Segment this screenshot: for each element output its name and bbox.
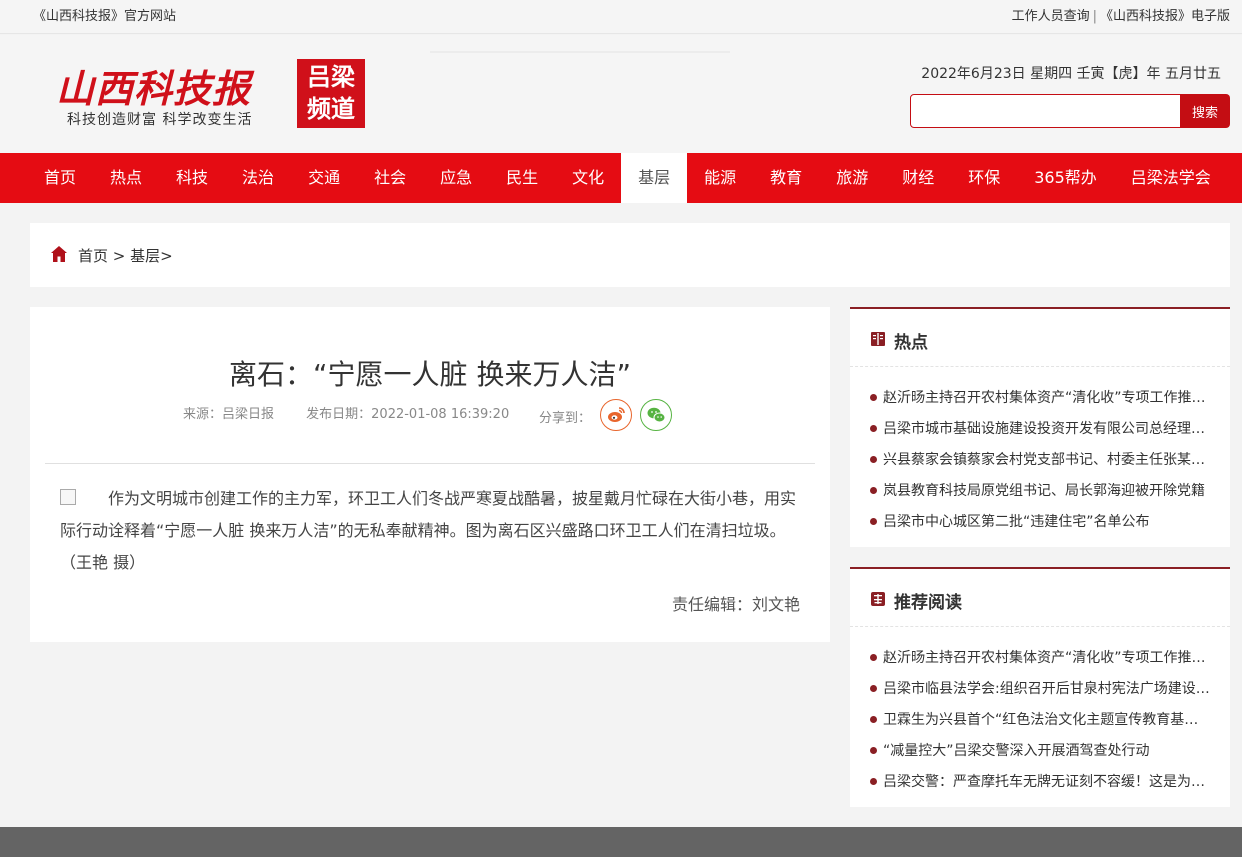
hot-panel-header: 热点 bbox=[850, 309, 1230, 367]
bullet-icon bbox=[870, 684, 877, 692]
nav-item[interactable]: 财经 bbox=[885, 153, 951, 203]
staff-query-link[interactable]: 工作人员查询 bbox=[1012, 9, 1090, 24]
breadcrumb: 首页 > 基层> bbox=[30, 223, 1230, 287]
nav-item[interactable]: 应急 bbox=[423, 153, 489, 203]
hot-list-item[interactable]: 吕梁市中心城区第二批“违建住宅”名单公布 bbox=[870, 507, 1210, 538]
nav-list: 首页 热点 科技 法治 交通 社会 应急 民生 文化 基层 能源 教育 旅游 财经 环保 365帮办 吕梁法学会 bbox=[0, 153, 1242, 203]
article-editor: 责任编辑：刘文艳 bbox=[671, 595, 800, 614]
bullet-icon bbox=[870, 777, 877, 785]
current-date: 2022年6月23日 星期四 壬寅【虎】年 五月廿五 bbox=[921, 66, 1221, 82]
main-nav: 首页 热点 科技 法治 交通 社会 应急 民生 文化 基层 能源 教育 旅游 财经 环保 365帮办 吕梁法学会 bbox=[0, 153, 1242, 203]
top-links: 工作人员查询 | 《山西科技报》电子版 bbox=[1012, 5, 1230, 24]
hot-list-item[interactable]: 岚县教育科技局原党组书记、局长郭海迎被开除党籍 bbox=[870, 476, 1210, 507]
nav-item[interactable]: 旅游 bbox=[819, 153, 885, 203]
recommend-list-item[interactable]: 吕梁交警：严查摩托车无牌无证刻不容缓！这是为了您的安全 bbox=[870, 767, 1210, 798]
article-date: 发布日期：2022-01-08 16:39:20 bbox=[306, 407, 510, 422]
list-item-link[interactable]: 吕梁市城市基础设施建设投资开发有限公司总经理被查 bbox=[883, 421, 1210, 437]
list-item-link[interactable]: “减量控大”吕梁交警深入开展酒驾查处行动 bbox=[883, 743, 1150, 759]
bullet-icon bbox=[870, 393, 877, 401]
weibo-icon bbox=[608, 407, 625, 422]
bullet-icon bbox=[870, 653, 877, 661]
recommend-panel-header: 推荐阅读 bbox=[850, 569, 1230, 627]
article-body: 作为文明城市创建工作的主力军，环卫工人们冬战严寒夏战酷暑，披星戴月忙碌在大街小巷… bbox=[60, 489, 797, 572]
recommend-list-item[interactable]: 卫霖生为兴县首个“红色法治文化主题宣传教育基地”揭牌 bbox=[870, 705, 1210, 736]
header-decoration bbox=[430, 51, 730, 53]
recommend-list-item[interactable]: “减量控大”吕梁交警深入开展酒驾查处行动 bbox=[870, 736, 1210, 767]
nav-item[interactable]: 教育 bbox=[753, 153, 819, 203]
site-label: 《山西科技报》官方网站 bbox=[33, 9, 177, 24]
search-box: 搜索 bbox=[910, 94, 1230, 128]
bullet-icon bbox=[870, 517, 877, 525]
breadcrumb-current-link[interactable]: 基层> bbox=[130, 247, 173, 265]
top-bar: 《山西科技报》官方网站 工作人员查询 | 《山西科技报》电子版 bbox=[0, 0, 1242, 34]
article-meta: 来源：吕梁日报 发布日期：2022-01-08 16:39:20 bbox=[183, 403, 509, 422]
list-item-link[interactable]: 卫霖生为兴县首个“红色法治文化主题宣传教育基地”揭牌 bbox=[883, 712, 1210, 728]
nav-item[interactable]: 交通 bbox=[291, 153, 357, 203]
list-item-link[interactable]: 吕梁交警：严查摩托车无牌无证刻不容缓！这是为了您的安全 bbox=[883, 774, 1210, 790]
nav-item[interactable]: 热点 bbox=[93, 153, 159, 203]
list-item-link[interactable]: 吕梁市临县法学会:组织召开后甘泉村宪法广场建设会议 bbox=[883, 681, 1210, 697]
hot-panel: 热点 赵沂旸主持召开农村集体资产“清化收”专项工作推进会 吕梁市城市基础设施建设投… bbox=[850, 307, 1230, 547]
nav-item[interactable]: 吕梁法学会 bbox=[1114, 153, 1228, 203]
epaper-link[interactable]: 《山西科技报》电子版 bbox=[1100, 9, 1230, 24]
article-source: 来源：吕梁日报 bbox=[183, 407, 275, 422]
list-item-link[interactable]: 兴县蔡家会镇蔡家会村党支部书记、村委主任张某被查 bbox=[883, 452, 1210, 468]
recommend-panel-title: 推荐阅读 bbox=[894, 593, 962, 613]
hot-list-item[interactable]: 赵沂旸主持召开农村集体资产“清化收”专项工作推进会 bbox=[870, 383, 1210, 414]
breadcrumb-text: 首页 > 基层> bbox=[78, 245, 173, 266]
share-weibo-button[interactable] bbox=[600, 399, 632, 431]
hot-list-item[interactable]: 吕梁市城市基础设施建设投资开发有限公司总经理被查 bbox=[870, 414, 1210, 445]
bullet-icon bbox=[870, 424, 877, 432]
hot-panel-title: 热点 bbox=[894, 333, 928, 353]
logo-name: 山西科技报 bbox=[56, 66, 252, 111]
list-item-link[interactable]: 赵沂旸主持召开农村集体资产“清化收”专项工作推进会 bbox=[883, 650, 1210, 666]
recommend-list: 赵沂旸主持召开农村集体资产“清化收”专项工作推进会 吕梁市临县法学会:组织召开后甘… bbox=[850, 627, 1230, 798]
channel-badge: 吕梁 频道 bbox=[297, 59, 365, 128]
search-button[interactable]: 搜索 bbox=[1180, 94, 1230, 128]
nav-item[interactable]: 民生 bbox=[489, 153, 555, 203]
bullet-icon bbox=[870, 715, 877, 723]
search-input[interactable] bbox=[910, 94, 1181, 128]
book-icon bbox=[871, 332, 885, 346]
nav-item[interactable]: 法治 bbox=[225, 153, 291, 203]
top-separator: | bbox=[1092, 9, 1097, 24]
bullet-icon bbox=[870, 455, 877, 463]
home-icon bbox=[51, 246, 67, 262]
recommend-icon bbox=[871, 592, 885, 606]
bullet-icon bbox=[870, 746, 877, 754]
site-logo[interactable]: 山西科技报 科技创造财富 科学改变生活 吕梁 频道 bbox=[56, 58, 368, 130]
wechat-icon bbox=[647, 407, 666, 423]
nav-item[interactable]: 首页 bbox=[27, 153, 93, 203]
article-title: 离石：“宁愿一人脏 换来万人洁” bbox=[229, 358, 631, 391]
nav-item[interactable]: 科技 bbox=[159, 153, 225, 203]
share-wechat-button[interactable] bbox=[640, 399, 672, 431]
badge-line-1: 吕梁 bbox=[307, 63, 355, 91]
list-item-link[interactable]: 吕梁市中心城区第二批“违建住宅”名单公布 bbox=[883, 514, 1150, 530]
nav-item[interactable]: 365帮办 bbox=[1017, 153, 1114, 203]
nav-item[interactable]: 文化 bbox=[555, 153, 621, 203]
breadcrumb-separator: > bbox=[108, 247, 131, 265]
nav-item[interactable]: 环保 bbox=[951, 153, 1017, 203]
hot-list: 赵沂旸主持召开农村集体资产“清化收”专项工作推进会 吕梁市城市基础设施建设投资开发… bbox=[850, 367, 1230, 538]
nav-item[interactable]: 基层 bbox=[621, 153, 688, 203]
site-header: 山西科技报 科技创造财富 科学改变生活 吕梁 频道 2022年6月23日 星期四… bbox=[0, 35, 1242, 153]
badge-line-2: 频道 bbox=[307, 95, 355, 123]
recommend-panel: 推荐阅读 赵沂旸主持召开农村集体资产“清化收”专项工作推进会 吕梁市临县法学会:组… bbox=[850, 567, 1230, 807]
breadcrumb-home-link[interactable]: 首页 bbox=[78, 247, 108, 265]
article-panel: 离石：“宁愿一人脏 换来万人洁” 来源：吕梁日报 发布日期：2022-01-08… bbox=[30, 307, 830, 642]
list-item-link[interactable]: 赵沂旸主持召开农村集体资产“清化收”专项工作推进会 bbox=[883, 390, 1210, 406]
hot-list-item[interactable]: 兴县蔡家会镇蔡家会村党支部书记、村委主任张某被查 bbox=[870, 445, 1210, 476]
article-divider bbox=[45, 463, 815, 464]
share-label: 分享到： bbox=[539, 411, 592, 426]
recommend-list-item[interactable]: 赵沂旸主持召开农村集体资产“清化收”专项工作推进会 bbox=[870, 643, 1210, 674]
nav-item[interactable]: 社会 bbox=[357, 153, 423, 203]
recommend-list-item[interactable]: 吕梁市临县法学会:组织召开后甘泉村宪法广场建设会议 bbox=[870, 674, 1210, 705]
nav-item[interactable]: 能源 bbox=[687, 153, 753, 203]
list-item-link[interactable]: 岚县教育科技局原党组书记、局长郭海迎被开除党籍 bbox=[883, 483, 1205, 499]
page-footer bbox=[0, 827, 1242, 857]
bullet-icon bbox=[870, 486, 877, 494]
logo-slogan: 科技创造财富 科学改变生活 bbox=[67, 112, 253, 128]
